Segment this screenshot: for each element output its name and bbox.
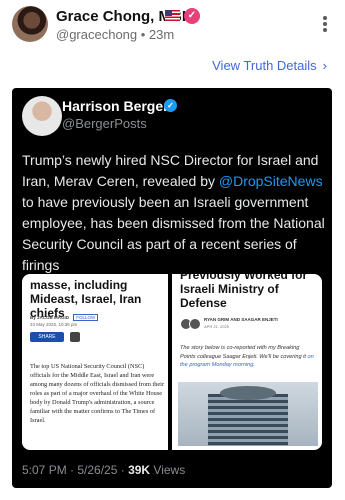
embed-timestamp: 5:07 PM · 5/26/25 · <box>22 463 129 477</box>
building-photo <box>178 382 318 446</box>
post-time: 23m <box>148 27 175 42</box>
article-left-follow: FOLLOW <box>73 314 99 321</box>
embed-handle: @BergerPosts <box>62 116 147 131</box>
article-left-share: SHARE <box>30 332 64 342</box>
article-left-body: The top US National Security Council (NS… <box>30 363 165 424</box>
view-truth-details-link[interactable]: View Truth Details › <box>212 58 327 73</box>
article-left-byline-row: By JACOB MAGID FOLLOW <box>30 314 99 321</box>
embedded-post-image[interactable]: Harrison Berger ✓ @BergerPosts Trump’s n… <box>12 88 332 488</box>
verified-badge-icon: ✓ <box>184 8 200 24</box>
article-right-date: APR 21, 2025 <box>204 324 229 329</box>
author-avatars <box>180 318 202 330</box>
separator: • <box>140 27 146 42</box>
verified-badge-icon: ✓ <box>164 99 177 112</box>
post-header: Grace Chong, MBI ✓ @gracechong • 23m <box>0 0 345 46</box>
article-right-topline: Previously Worked for <box>180 274 308 282</box>
article-right-intro-end: . <box>253 362 255 368</box>
embed-author-name: Harrison Berger <box>62 98 169 114</box>
article-left-date: 23 May 2025, 10:36 pm <box>30 322 78 327</box>
embed-text-after: to have previously been an Israeli gover… <box>22 194 325 273</box>
chevron-right-icon: › <box>322 58 327 73</box>
embed-views-label: Views <box>150 463 186 477</box>
author-handle[interactable]: @gracechong <box>56 27 137 42</box>
comment-icon <box>70 332 80 342</box>
author-handle-row: @gracechong • 23m <box>56 27 174 42</box>
author-avatar[interactable] <box>12 6 48 42</box>
article-right-intro-text: The story below is co-reported with my B… <box>180 345 308 360</box>
embed-views-count: 39K <box>128 463 151 477</box>
article-right-headline: Israeli Ministry of Defense <box>180 282 279 310</box>
embed-text: Trump’s newly hired NSC Director for Isr… <box>22 150 326 276</box>
view-link-label: View Truth Details <box>212 58 317 73</box>
article-screenshot-left: masse, including Mideast, Israel, Iran c… <box>22 274 168 450</box>
embed-mention: @DropSiteNews <box>218 173 323 189</box>
more-vertical-icon[interactable] <box>322 16 328 34</box>
article-right-authors: RYAN GRIM AND SAAGAR ENJETI <box>204 317 278 322</box>
us-flag-icon <box>165 10 180 21</box>
article-right-intro: The story below is co-reported with my B… <box>180 344 316 370</box>
article-left-byline: By JACOB MAGID <box>30 315 70 320</box>
embed-avatar <box>22 96 62 136</box>
article-screenshot-right: Previously Worked for Israeli Ministry o… <box>172 274 322 450</box>
embed-meta: 5:07 PM · 5/26/25 · 39K Views <box>22 463 185 477</box>
